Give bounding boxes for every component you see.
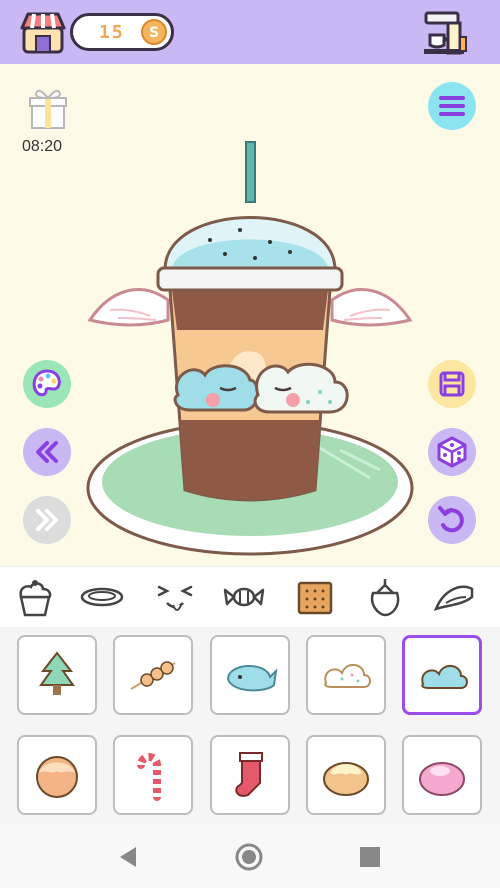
coin-icon: S	[141, 19, 167, 45]
pine-tree-topping[interactable]	[17, 635, 97, 715]
back-icon[interactable]	[114, 842, 144, 872]
caramel-ball-topping[interactable]	[17, 735, 97, 815]
coin-balance: 15 S	[70, 13, 174, 51]
menu-icon[interactable]	[427, 81, 477, 131]
redo-all-icon[interactable]	[22, 495, 72, 545]
whale-topping[interactable]	[210, 635, 290, 715]
system-nav-bar	[0, 824, 500, 888]
candy-cane-topping[interactable]	[113, 735, 193, 815]
shop-icon[interactable]	[20, 10, 66, 56]
strawberry-icon[interactable]	[363, 575, 407, 619]
dango-skewer-topping[interactable]	[113, 635, 193, 715]
save-icon[interactable]	[427, 359, 477, 409]
dice-icon[interactable]	[427, 427, 477, 477]
sprinkle-cloud-topping[interactable]	[306, 635, 386, 715]
cream-bun-topping[interactable]	[306, 735, 386, 815]
cloud-toppers	[173, 362, 349, 414]
straw	[245, 141, 256, 203]
gift-timer: 08:20	[22, 138, 63, 155]
drink-scene	[86, 141, 414, 556]
coffee-machine-icon[interactable]	[420, 9, 468, 57]
blue-cloud-topping[interactable]	[402, 635, 482, 715]
undo-icon[interactable]	[427, 495, 477, 545]
coin-count: 15	[99, 22, 125, 43]
whipped-cream-dome	[156, 216, 344, 292]
home-icon[interactable]	[234, 842, 264, 872]
wing-icon[interactable]	[432, 575, 476, 619]
cupcake-icon[interactable]	[13, 575, 57, 619]
cracker-icon[interactable]	[293, 575, 337, 619]
recents-icon[interactable]	[355, 842, 385, 872]
pink-mochi-topping[interactable]	[402, 735, 482, 815]
face-icon[interactable]	[153, 575, 197, 619]
undo-all-icon[interactable]	[22, 427, 72, 477]
top-bar: 15 S	[0, 0, 500, 64]
category-tabs	[0, 566, 500, 628]
topping-grid	[0, 627, 500, 824]
coin-symbol: S	[149, 25, 159, 41]
candy-icon[interactable]	[222, 575, 266, 619]
gift-icon[interactable]	[28, 86, 68, 130]
palette-icon[interactable]	[22, 359, 72, 409]
plate-icon[interactable]	[80, 575, 124, 619]
stocking-topping[interactable]	[210, 735, 290, 815]
